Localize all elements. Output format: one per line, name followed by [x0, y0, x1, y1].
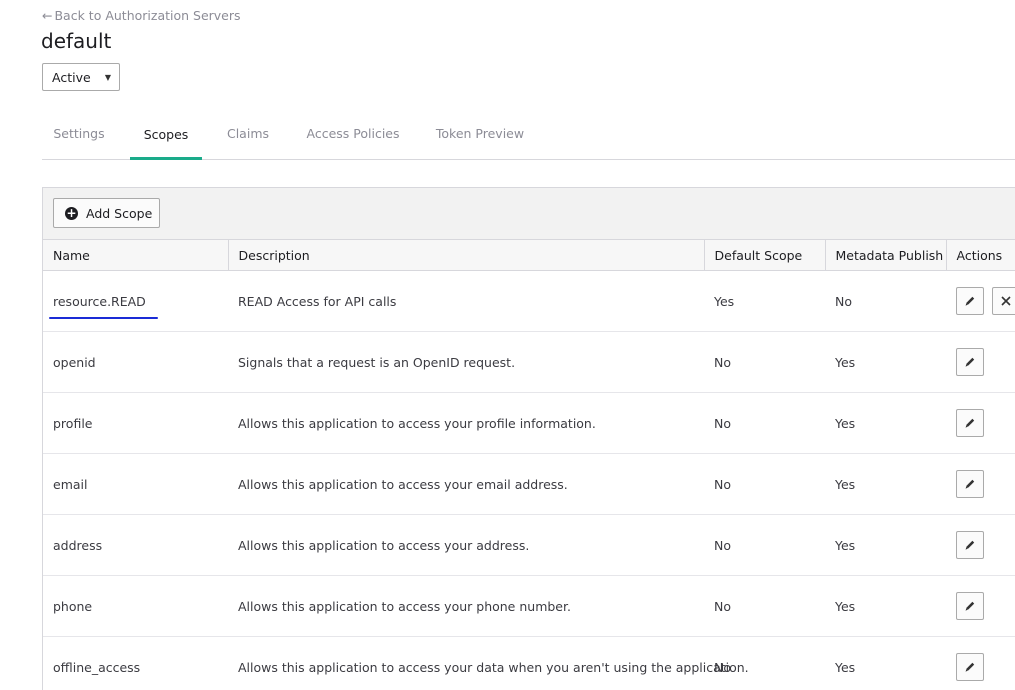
- scope-name-cell: phone: [43, 575, 228, 637]
- table-body: resource.READ READ Access for API calls Ye…: [43, 270, 1015, 690]
- pencil-icon: [964, 539, 976, 551]
- tab-claims-label: Claims: [226, 125, 270, 141]
- column-header-name: Name: [43, 240, 229, 271]
- plus-circle-icon: +: [65, 205, 78, 220]
- scopes-table-card: + Add Scope Name Description Default Sco…: [42, 187, 1015, 690]
- scope-metadata-publish: Yes: [825, 514, 946, 576]
- close-icon: [1000, 295, 1012, 307]
- scope-description: Allows this application to access your p…: [228, 392, 704, 454]
- column-header-default-scope: Default Scope: [704, 240, 826, 271]
- scope-name-cell: resource.READ: [43, 270, 228, 332]
- status-select-value: Active: [52, 69, 91, 85]
- tab-access-policies-label: Access Policies: [306, 125, 400, 141]
- tab-settings-label: Settings: [53, 125, 105, 141]
- pencil-icon: [964, 295, 976, 307]
- tab-token-preview[interactable]: Token Preview: [430, 118, 530, 158]
- page-title: default: [41, 29, 112, 53]
- table-row: resource.READ READ Access for API calls Ye…: [43, 270, 1015, 332]
- scope-actions: [946, 331, 1015, 393]
- edit-scope-button[interactable]: [956, 409, 984, 437]
- scope-description: READ Access for API calls: [228, 270, 704, 332]
- scope-name: openid: [53, 354, 96, 370]
- scope-name-cell: openid: [43, 331, 228, 393]
- scope-metadata-publish: Yes: [825, 636, 946, 690]
- table-row: address Allows this application to access…: [43, 514, 1015, 576]
- tab-token-preview-label: Token Preview: [435, 125, 525, 141]
- table-row: offline_access Allows this application to…: [43, 636, 1015, 690]
- scopes-table: Name Description Default Scope Metadata …: [43, 240, 1015, 690]
- pencil-icon: [964, 478, 976, 490]
- scope-default-scope: No: [704, 392, 825, 454]
- column-header-description: Description: [228, 240, 705, 271]
- scope-name-cell: offline_access: [43, 636, 228, 690]
- back-to-authorization-servers-link[interactable]: ← Back to Authorization Servers: [42, 8, 241, 23]
- back-link-label: Back to Authorization Servers: [54, 8, 241, 23]
- scope-description: Allows this application to access your a…: [228, 514, 704, 576]
- table-toolbar: + Add Scope: [43, 188, 1015, 240]
- pencil-icon: [964, 600, 976, 612]
- pencil-icon: [964, 356, 976, 368]
- edit-scope-button[interactable]: [956, 653, 984, 681]
- scope-metadata-publish: No: [825, 270, 946, 332]
- scope-metadata-publish: Yes: [825, 331, 946, 393]
- page: ← Back to Authorization Servers default A…: [0, 0, 1015, 690]
- scope-name: resource.READ: [49, 293, 158, 319]
- scope-name-cell: address: [43, 514, 228, 576]
- scope-name: address: [53, 537, 103, 553]
- tab-settings[interactable]: Settings: [42, 118, 116, 158]
- add-scope-label: Add Scope: [86, 205, 153, 221]
- edit-scope-button[interactable]: [956, 592, 984, 620]
- table-row: phone Allows this application to access y…: [43, 575, 1015, 637]
- scope-description: Allows this application to access your e…: [228, 453, 704, 515]
- edit-scope-button[interactable]: [956, 470, 984, 498]
- scope-name-cell: profile: [43, 392, 228, 454]
- caret-down-icon: ▼: [104, 72, 111, 82]
- scope-actions: [946, 575, 1015, 637]
- delete-scope-button[interactable]: [992, 287, 1015, 315]
- scope-default-scope: No: [704, 331, 825, 393]
- scope-description: Allows this application to access your d…: [228, 636, 749, 690]
- column-header-actions: Actions: [946, 240, 1015, 271]
- add-scope-button[interactable]: + Add Scope: [53, 198, 160, 228]
- edit-scope-button[interactable]: [956, 287, 984, 315]
- table-row: email Allows this application to access y…: [43, 453, 1015, 515]
- scope-actions: [946, 636, 1015, 690]
- scope-default-scope: No: [704, 636, 825, 690]
- scope-name: email: [53, 476, 88, 492]
- scope-name-cell: email: [43, 453, 228, 515]
- tab-scopes-label: Scopes: [143, 126, 189, 142]
- scope-name: offline_access: [53, 659, 141, 675]
- tab-claims[interactable]: Claims: [218, 118, 278, 158]
- scope-actions: [946, 514, 1015, 576]
- table-row: profile Allows this application to access…: [43, 392, 1015, 454]
- scope-actions: [946, 270, 1015, 332]
- pencil-icon: [964, 661, 976, 673]
- scope-actions: [946, 453, 1015, 515]
- scope-default-scope: No: [704, 514, 825, 576]
- scope-metadata-publish: Yes: [825, 392, 946, 454]
- status-select[interactable]: Active ▼: [42, 63, 120, 91]
- scope-name: profile: [53, 415, 93, 431]
- tab-bar: Settings Scopes Claims Access Policies T…: [42, 118, 1015, 160]
- scope-default-scope: No: [704, 575, 825, 637]
- scope-default-scope: No: [704, 453, 825, 515]
- back-arrow-icon: ←: [42, 8, 53, 23]
- pencil-icon: [964, 417, 976, 429]
- scope-metadata-publish: Yes: [825, 453, 946, 515]
- scope-description: Allows this application to access your p…: [228, 575, 704, 637]
- tab-scopes[interactable]: Scopes: [130, 118, 202, 160]
- scope-description: Signals that a request is an OpenID requ…: [228, 331, 704, 393]
- edit-scope-button[interactable]: [956, 531, 984, 559]
- scope-name: phone: [53, 598, 93, 614]
- scope-actions: [946, 392, 1015, 454]
- edit-scope-button[interactable]: [956, 348, 984, 376]
- table-row: openid Signals that a request is an OpenI…: [43, 331, 1015, 393]
- column-header-metadata-publish: Metadata Publish: [825, 240, 947, 271]
- tab-access-policies[interactable]: Access Policies: [296, 118, 410, 158]
- table-header-row: Name Description Default Scope Metadata …: [43, 240, 1015, 271]
- scope-default-scope: Yes: [704, 270, 825, 332]
- scope-metadata-publish: Yes: [825, 575, 946, 637]
